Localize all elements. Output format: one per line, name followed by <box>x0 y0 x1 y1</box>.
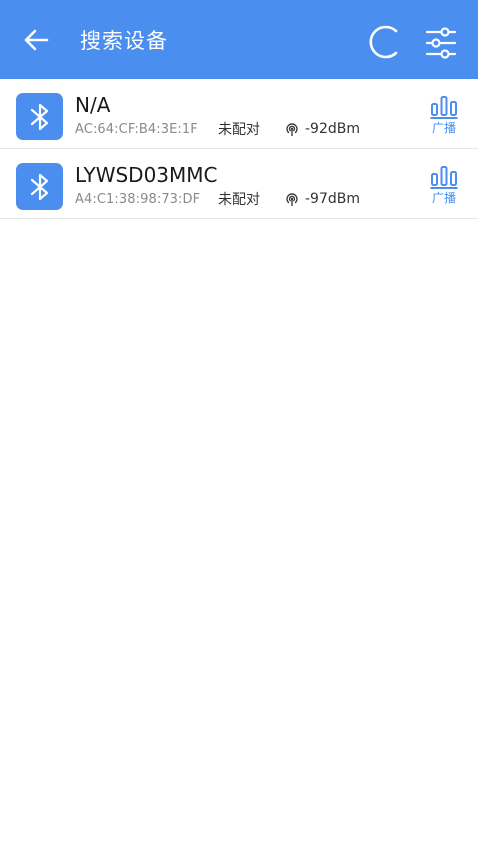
advertise-label: 广播 <box>431 191 456 205</box>
device-details: AC:64:CF:B4:3E:1F 未配对 -92dBm <box>75 120 360 138</box>
bar-chart-icon <box>430 166 458 189</box>
arrow-left-icon <box>24 29 49 51</box>
page-title: 搜索设备 <box>80 29 168 53</box>
pair-status: 未配对 <box>218 192 260 208</box>
bluetooth-icon <box>30 103 48 130</box>
device-details: A4:C1:38:98:73:DF 未配对 -97dBm <box>75 190 360 208</box>
device-mac: A4:C1:38:98:73:DF <box>75 191 201 207</box>
device-row-1[interactable]: N/A AC:64:CF:B4:3E:1F 未配对 -92dBm 广播 <box>0 79 478 149</box>
signal-icon <box>284 121 300 137</box>
app-screen: 搜索设备 N/A AC:64:CF:B4:3E:1F 未配对 -92dBm 广播… <box>0 0 478 850</box>
app-bar: 搜索设备 <box>0 0 478 79</box>
device-row-2[interactable]: LYWSD03MMC A4:C1:38:98:73:DF 未配对 -97dBm <box>0 149 478 219</box>
device-list: N/A AC:64:CF:B4:3E:1F 未配对 -92dBm 广播 LYWS… <box>0 79 478 219</box>
back-button[interactable] <box>16 20 56 60</box>
filter-sliders-icon <box>425 27 457 59</box>
rssi-value: -92dBm <box>305 121 360 137</box>
bar-chart-icon <box>430 96 458 119</box>
signal-icon <box>284 191 300 207</box>
refresh-spinner-icon <box>369 25 398 59</box>
rssi-value: -97dBm <box>305 191 360 207</box>
device-mac: AC:64:CF:B4:3E:1F <box>75 121 198 137</box>
bluetooth-badge <box>16 163 63 210</box>
pair-status: 未配对 <box>218 122 260 138</box>
filter-button[interactable] <box>420 22 462 64</box>
advertise-button[interactable]: 广播 <box>422 95 466 141</box>
bluetooth-icon <box>30 173 48 200</box>
device-name: LYWSD03MMC <box>75 163 218 187</box>
advertise-label: 广播 <box>431 121 456 135</box>
bluetooth-badge <box>16 93 63 140</box>
refresh-button[interactable] <box>364 22 404 62</box>
advertise-button[interactable]: 广播 <box>422 165 466 211</box>
device-name: N/A <box>75 93 111 117</box>
